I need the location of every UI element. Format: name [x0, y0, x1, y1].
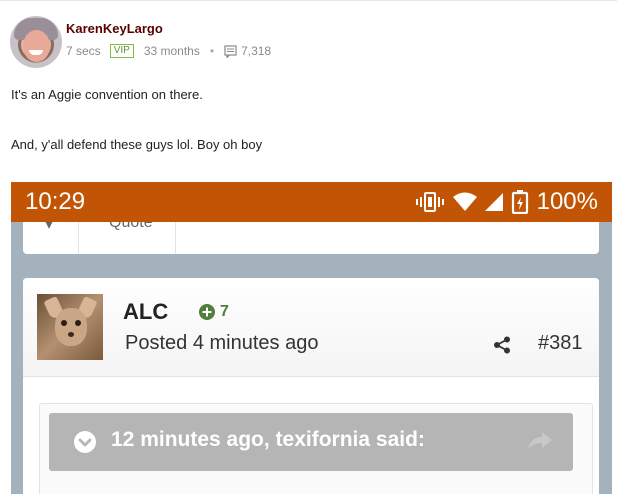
vip-badge: VIP — [109, 44, 134, 58]
toolbar-icon[interactable]: ▾ — [45, 222, 53, 234]
quote-button[interactable]: Quote — [109, 222, 153, 232]
status-bar: 10:29 100% — [11, 182, 612, 222]
status-time: 10:29 — [25, 188, 86, 215]
quote-header[interactable]: 12 minutes ago, texifornia said: — [49, 413, 573, 471]
author-avatar[interactable] — [37, 294, 103, 360]
plus-circle-icon — [199, 304, 215, 320]
post-time[interactable]: 7 secs — [66, 44, 101, 58]
toolbar-card: ▾ Quote — [23, 222, 599, 254]
top-divider — [0, 0, 617, 1]
battery-charging-icon — [511, 190, 528, 214]
post-text-line: And, y'all defend these guys lol. Boy oh… — [11, 137, 263, 152]
vibrate-icon — [415, 192, 444, 212]
embedded-screenshot[interactable]: 10:29 100% ▾ Quote ALC 7 Posted 4 minute… — [11, 182, 612, 494]
posted-time: Posted 4 minutes ago — [125, 332, 319, 354]
battery-percent: 100% — [536, 188, 598, 215]
reputation-count: 7 — [220, 303, 229, 320]
post-card-header: ALC 7 Posted 4 minutes ago #381 — [23, 278, 599, 377]
post-count: 7,318 — [241, 44, 272, 58]
chevron-down-icon[interactable] — [74, 431, 96, 453]
share-icon[interactable] — [493, 336, 511, 354]
post-meta: 7 secs VIP 33 months • 7,318 — [66, 43, 271, 59]
member-duration: 33 months — [143, 44, 200, 58]
wifi-icon — [452, 192, 477, 211]
username[interactable]: KarenKeyLargo — [66, 21, 163, 36]
message-icon — [224, 44, 237, 58]
post-number[interactable]: #381 — [538, 332, 583, 355]
post-text-line: It's an Aggie convention on there. — [11, 87, 203, 102]
signal-icon — [484, 193, 503, 211]
separator-dot: • — [209, 44, 215, 58]
author-name[interactable]: ALC — [123, 299, 168, 325]
avatar[interactable] — [10, 16, 62, 68]
quote-attribution: 12 minutes ago, texifornia said: — [111, 428, 425, 451]
reply-arrow-icon[interactable] — [527, 431, 553, 451]
post-card: ALC 7 Posted 4 minutes ago #381 12 minut… — [23, 278, 599, 494]
reputation-badge: 7 — [199, 303, 229, 321]
